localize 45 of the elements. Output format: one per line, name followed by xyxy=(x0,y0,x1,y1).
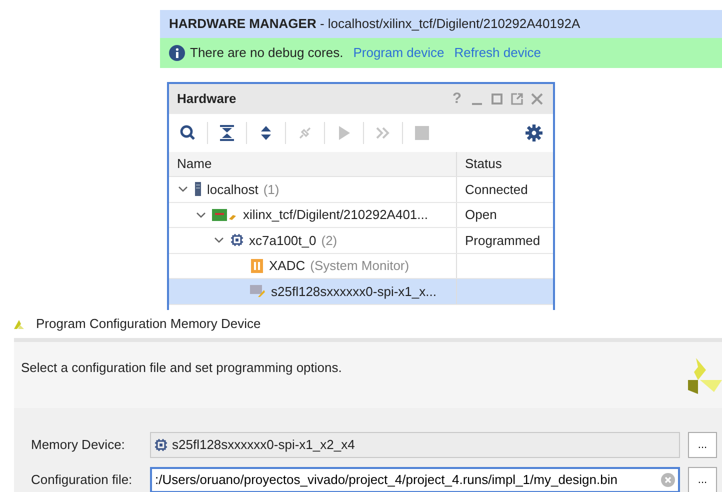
node-detail: (System Monitor) xyxy=(310,257,410,275)
maximize-icon[interactable] xyxy=(489,91,505,107)
memory-device-field[interactable]: s25fl128sxxxxxx0-spi-x1_x2_x4 xyxy=(150,432,680,458)
status-text: Programmed xyxy=(465,232,540,248)
node-label: XADC xyxy=(269,257,306,275)
dialog-title: Program Configuration Memory Device xyxy=(36,315,261,334)
browse-button[interactable]: ... xyxy=(688,432,717,458)
chip-icon xyxy=(154,438,168,452)
link[interactable]: Program device xyxy=(353,43,444,63)
info-icon xyxy=(169,45,185,61)
node-label: xc7a100t_0 xyxy=(249,232,316,250)
chip-icon xyxy=(230,233,244,248)
tree-row[interactable]: localhost (1) Connected xyxy=(169,177,553,202)
search-icon[interactable] xyxy=(179,124,197,142)
collapse-all-icon[interactable] xyxy=(218,124,236,142)
logo-icon xyxy=(688,358,722,394)
status-text: Open xyxy=(465,207,497,222)
node-label: s25fl128sxxxxxx0-spi-x1_x... xyxy=(271,282,436,301)
memory-icon xyxy=(250,284,266,298)
tree-row[interactable]: xilinx_tcf/Digilent/210292A401... Open xyxy=(169,202,553,228)
column-header: Name xyxy=(177,155,212,174)
field-label: Configuration file: xyxy=(31,471,134,490)
undock-icon[interactable] xyxy=(509,91,525,107)
tree-row[interactable]: xc7a100t_0 (2) Programmed xyxy=(169,228,553,254)
status-text: Connected xyxy=(465,182,528,196)
tree-row[interactable]: s25fl128sxxxxxx0-spi-x1_x... xyxy=(169,279,553,304)
node-label: localhost xyxy=(207,180,258,198)
info-message: There are no debug cores. xyxy=(190,44,344,62)
board-icon xyxy=(212,208,238,222)
instruction-text: Select a configuration file and set programming options. xyxy=(21,359,342,377)
settings-icon[interactable] xyxy=(525,124,543,142)
node-detail: (1) xyxy=(263,180,280,199)
server-icon xyxy=(194,182,202,196)
file-path-field[interactable]: :/Users/oruano/proyectos_vivado/project_4/project_4.runs/impl_1/my_design.bin xyxy=(150,467,680,492)
panel-title: HARDWARE MANAGER - localhost/xilinx_tcf/Digilent/210292A40192A xyxy=(169,15,580,34)
clear-icon[interactable] xyxy=(661,473,675,487)
xadc-icon xyxy=(250,258,264,274)
browse-button[interactable]: ... xyxy=(688,467,717,492)
panel-title: Hardware xyxy=(177,90,238,108)
node-label: xilinx_tcf/Digilent/210292A401... xyxy=(243,206,428,224)
field-label: Memory Device: xyxy=(31,436,126,454)
close-icon[interactable] xyxy=(529,91,545,107)
link[interactable]: Refresh device xyxy=(454,43,541,63)
node-detail: (2) xyxy=(321,232,338,250)
column-header: Status xyxy=(465,156,502,172)
